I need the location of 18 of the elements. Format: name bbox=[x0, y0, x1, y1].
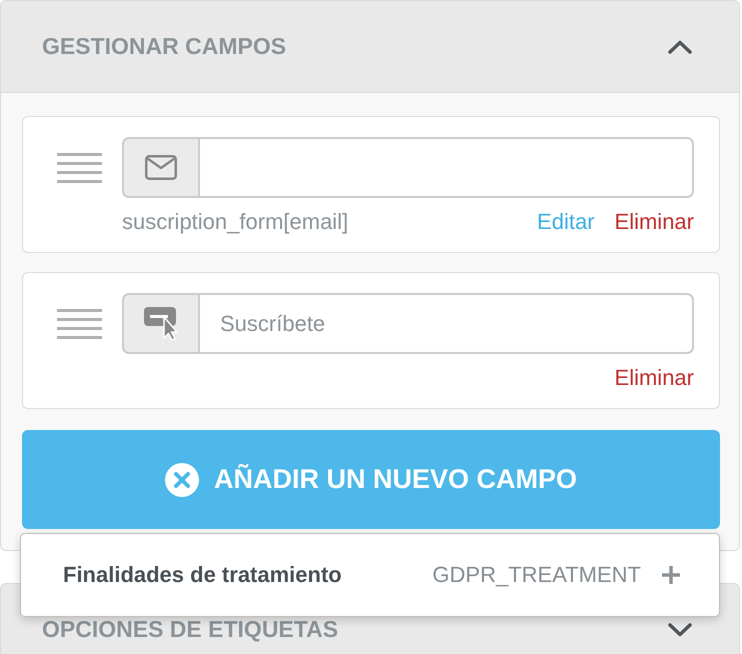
text-field[interactable]: Suscríbete bbox=[200, 293, 694, 354]
plus-icon[interactable] bbox=[662, 566, 680, 584]
delete-link[interactable]: Eliminar bbox=[614, 209, 694, 235]
button-cursor-icon bbox=[144, 307, 178, 340]
panel-header[interactable]: GESTIONAR CAMPOS bbox=[1, 1, 739, 93]
drag-handle-icon[interactable] bbox=[57, 153, 102, 183]
panel-title: GESTIONAR CAMPOS bbox=[42, 35, 286, 58]
field-key: suscription_form[email] bbox=[122, 209, 348, 235]
chevron-up-icon[interactable] bbox=[668, 40, 692, 54]
envelope-icon bbox=[145, 155, 177, 180]
panel-title: OPCIONES DE ETIQUETAS bbox=[42, 618, 338, 641]
delete-link[interactable]: Eliminar bbox=[614, 365, 694, 391]
edit-link[interactable]: Editar bbox=[537, 209, 595, 235]
drag-handle-icon[interactable] bbox=[57, 309, 102, 339]
add-field-button[interactable]: AÑADIR UN NUEVO CAMPO bbox=[22, 430, 720, 529]
text-field[interactable] bbox=[200, 137, 694, 198]
chevron-down-icon[interactable] bbox=[668, 622, 692, 636]
x-circle-icon bbox=[164, 462, 199, 496]
